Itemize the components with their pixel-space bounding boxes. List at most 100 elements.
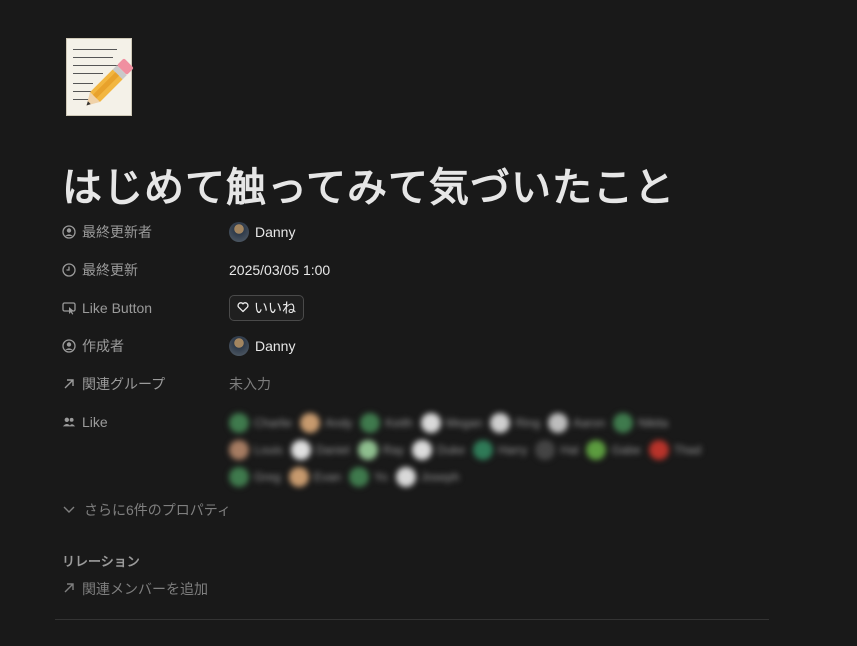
like-user-chip[interactable]: Hal xyxy=(535,439,579,460)
like-user-chip[interactable]: Yo xyxy=(349,466,388,487)
avatar xyxy=(648,439,669,460)
like-user-name: Yo xyxy=(374,469,388,484)
like-user-chip[interactable]: Aaron xyxy=(548,412,606,433)
property-related-group: 関連グループ 未入力 xyxy=(62,372,762,396)
property-label[interactable]: 最終更新 xyxy=(62,260,228,280)
property-label[interactable]: Like xyxy=(62,414,228,430)
property-value[interactable]: 2025/03/05 1:00 xyxy=(229,262,330,278)
like-user-name: Louis xyxy=(254,442,283,457)
avatar xyxy=(300,412,321,433)
property-label[interactable]: Like Button xyxy=(62,300,228,316)
like-user-chip[interactable]: Ring xyxy=(490,412,541,433)
like-user-chip[interactable]: Charlie xyxy=(229,412,293,433)
property-label[interactable]: 最終更新者 xyxy=(62,222,228,242)
avatar xyxy=(229,222,249,242)
property-label-text: 最終更新 xyxy=(82,262,138,278)
property-created-by: 作成者 Danny xyxy=(62,334,762,358)
like-user-row: Greg Evan Yo Joseph xyxy=(229,463,769,490)
like-button[interactable]: いいね xyxy=(229,295,304,321)
like-user-name: Ring xyxy=(515,415,541,430)
property-value[interactable]: Danny xyxy=(229,336,295,356)
avatar xyxy=(395,466,416,487)
heart-icon xyxy=(237,300,249,316)
avatar xyxy=(357,439,378,460)
property-label[interactable]: 関連グループ xyxy=(62,374,228,394)
like-user-row: Charlie Andy Keith Megan Ring Aaron Nikita xyxy=(229,409,769,436)
like-user-name: Aaron xyxy=(573,415,606,430)
like-user-chip[interactable]: Nikita xyxy=(613,412,669,433)
avatar xyxy=(490,412,511,433)
property-value[interactable]: Danny xyxy=(229,222,295,242)
like-user-name: Hal xyxy=(560,442,579,457)
like-user-chip[interactable]: Louis xyxy=(229,439,283,460)
avatar xyxy=(473,439,494,460)
like-user-chip[interactable]: Ray xyxy=(357,439,405,460)
like-user-chip[interactable]: Megan xyxy=(420,412,482,433)
like-user-chip[interactable]: Daniel xyxy=(290,439,350,460)
like-user-chip[interactable]: Andy xyxy=(300,412,353,433)
chevron-down-icon xyxy=(62,502,76,519)
like-button-label: いいね xyxy=(254,300,296,316)
avatar xyxy=(535,439,556,460)
user-name: Danny xyxy=(255,338,296,354)
property-label-text: 最終更新者 xyxy=(82,224,152,240)
add-related-member-label: 関連メンバーを追加 xyxy=(82,581,208,597)
like-user-name: Keith xyxy=(385,415,413,430)
like-user-name: Gabe xyxy=(611,442,641,457)
like-user-name: Greg xyxy=(254,469,281,484)
avatar xyxy=(548,412,569,433)
avatar xyxy=(229,412,249,433)
more-properties-toggle[interactable]: さらに6件のプロパティ xyxy=(62,500,231,520)
like-user-name: Ray xyxy=(382,442,405,457)
property-label-text: Like Button xyxy=(82,300,153,316)
arrow-up-right-icon xyxy=(62,581,76,598)
property-value[interactable]: 未入力 xyxy=(229,374,271,394)
more-properties-label: さらに6件のプロパティ xyxy=(84,502,231,518)
like-user-row: Louis Daniel Ray Duke Harry Hal Gabe Thad xyxy=(229,436,769,463)
pencil-icon xyxy=(86,58,134,106)
like-user-name: Harry xyxy=(498,442,528,457)
add-related-member-button[interactable]: 関連メンバーを追加 xyxy=(62,579,208,599)
property-last-edited-time: 最終更新 2025/03/05 1:00 xyxy=(62,258,762,282)
like-user-chip[interactable]: Greg xyxy=(229,466,281,487)
property-like-button: Like Button いいね xyxy=(62,295,762,321)
page-title[interactable]: はじめて触ってみて気づいたこと xyxy=(62,155,675,213)
avatar xyxy=(420,412,441,433)
like-user-chip[interactable]: Harry xyxy=(473,439,528,460)
property-label-text: 関連グループ xyxy=(82,376,166,392)
clock-icon xyxy=(62,263,76,277)
like-user-name: Charlie xyxy=(254,415,293,430)
avatar xyxy=(229,439,249,460)
avatar xyxy=(349,466,370,487)
user-name: Danny xyxy=(255,224,296,240)
arrow-up-right-icon xyxy=(62,377,76,391)
like-user-name: Andy xyxy=(325,415,353,430)
like-user-name: Nikita xyxy=(638,415,669,430)
avatar xyxy=(288,466,309,487)
property-label-text: 作成者 xyxy=(82,338,124,354)
divider xyxy=(55,619,769,620)
property-label-text: Like xyxy=(82,414,108,430)
like-user-chip[interactable]: Evan xyxy=(288,466,341,487)
avatar xyxy=(412,439,433,460)
like-user-name: Joseph xyxy=(420,469,460,484)
person-circle-icon xyxy=(62,225,76,239)
like-user-name: Thad xyxy=(673,442,702,457)
like-user-chip[interactable]: Duke xyxy=(412,439,466,460)
like-user-name: Daniel xyxy=(315,442,350,457)
date-value: 2025/03/05 1:00 xyxy=(229,262,331,278)
page-icon[interactable] xyxy=(66,38,134,116)
like-user-chip[interactable]: Joseph xyxy=(395,466,460,487)
relations-heading: リレーション xyxy=(62,554,140,569)
like-user-name: Duke xyxy=(437,442,466,457)
avatar xyxy=(229,336,249,356)
like-user-chip[interactable]: Gabe xyxy=(586,439,641,460)
avatar xyxy=(360,412,381,433)
property-label[interactable]: 作成者 xyxy=(62,336,228,356)
like-user-chip[interactable]: Keith xyxy=(360,412,413,433)
person-circle-icon xyxy=(62,339,76,353)
avatar xyxy=(613,412,634,433)
avatar xyxy=(290,439,311,460)
like-users-list[interactable]: Charlie Andy Keith Megan Ring Aaron Nikita Loui… xyxy=(229,409,769,490)
like-user-chip[interactable]: Thad xyxy=(648,439,702,460)
